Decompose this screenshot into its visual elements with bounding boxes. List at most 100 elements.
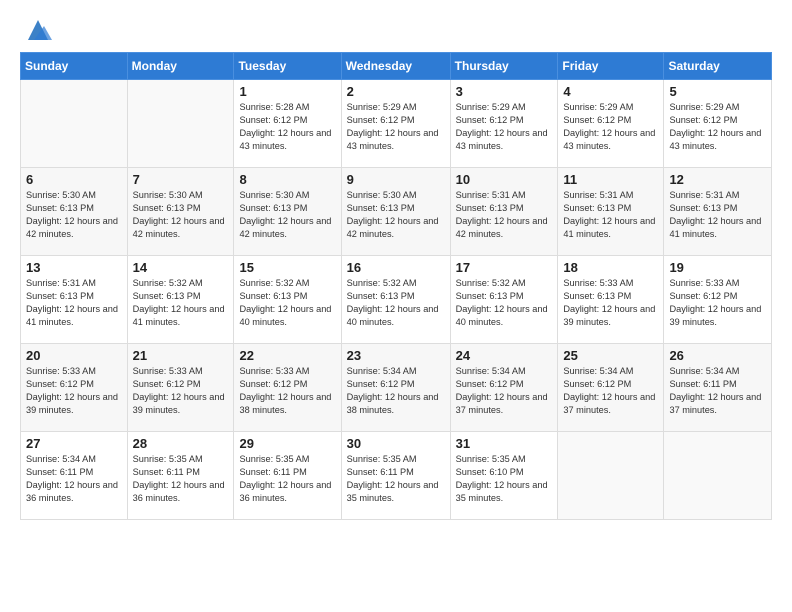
calendar-cell: 4Sunrise: 5:29 AM Sunset: 6:12 PM Daylig… <box>558 80 664 168</box>
day-number: 29 <box>239 436 335 451</box>
day-info: Sunrise: 5:28 AM Sunset: 6:12 PM Dayligh… <box>239 101 335 153</box>
calendar-cell: 22 Sunrise: 5:33 AM Sunset: 6:12 PM Dayli… <box>234 344 341 432</box>
calendar-cell: 5Sunrise: 5:29 AM Sunset: 6:12 PM Daylig… <box>664 80 772 168</box>
calendar-table: SundayMondayTuesdayWednesdayThursdayFrid… <box>20 52 772 520</box>
calendar-cell: 26Sunrise: 5:34 AM Sunset: 6:11 PM Dayli… <box>664 344 772 432</box>
day-number: 1 <box>239 84 335 99</box>
day-number: 12 <box>669 172 766 187</box>
calendar-cell: 19 Sunrise: 5:33 AM Sunset: 6:12 PM Dayli… <box>664 256 772 344</box>
day-header-monday: Monday <box>127 53 234 80</box>
calendar-cell: 21 Sunrise: 5:33 AM Sunset: 6:12 PM Dayli… <box>127 344 234 432</box>
day-info: Sunrise: 5:31 AM Sunset: 6:13 PM Dayligh… <box>563 189 658 241</box>
day-number: 28 <box>133 436 229 451</box>
day-number: 8 <box>239 172 335 187</box>
day-info: Sunrise: 5:29 AM Sunset: 6:12 PM Dayligh… <box>563 101 658 153</box>
calendar-cell: 1 Sunrise: 5:28 AM Sunset: 6:12 PM Daylig… <box>234 80 341 168</box>
calendar-cell: 30 Sunrise: 5:35 AM Sunset: 6:11 PM Dayli… <box>341 432 450 520</box>
day-number: 21 <box>133 348 229 363</box>
day-number: 3 <box>456 84 553 99</box>
day-info: Sunrise: 5:32 AM Sunset: 6:13 PM Dayligh… <box>456 277 553 329</box>
calendar-cell <box>21 80 128 168</box>
day-info: Sunrise: 5:34 AM Sunset: 6:12 PM Dayligh… <box>347 365 445 417</box>
day-info: Sunrise: 5:35 AM Sunset: 6:10 PM Dayligh… <box>456 453 553 505</box>
day-number: 19 <box>669 260 766 275</box>
calendar-cell: 9Sunrise: 5:30 AM Sunset: 6:13 PM Daylig… <box>341 168 450 256</box>
logo <box>20 20 52 44</box>
calendar-cell: 13 Sunrise: 5:31 AM Sunset: 6:13 PM Dayli… <box>21 256 128 344</box>
calendar-cell <box>558 432 664 520</box>
day-number: 16 <box>347 260 445 275</box>
day-info: Sunrise: 5:35 AM Sunset: 6:11 PM Dayligh… <box>347 453 445 505</box>
day-header-saturday: Saturday <box>664 53 772 80</box>
day-header-thursday: Thursday <box>450 53 558 80</box>
day-number: 27 <box>26 436 122 451</box>
day-info: Sunrise: 5:33 AM Sunset: 6:12 PM Dayligh… <box>239 365 335 417</box>
day-info: Sunrise: 5:33 AM Sunset: 6:12 PM Dayligh… <box>669 277 766 329</box>
day-info: Sunrise: 5:35 AM Sunset: 6:11 PM Dayligh… <box>239 453 335 505</box>
day-number: 14 <box>133 260 229 275</box>
page-header <box>20 16 772 44</box>
calendar-cell: 16 Sunrise: 5:32 AM Sunset: 6:13 PM Dayli… <box>341 256 450 344</box>
day-info: Sunrise: 5:31 AM Sunset: 6:13 PM Dayligh… <box>26 277 122 329</box>
calendar-cell <box>127 80 234 168</box>
day-info: Sunrise: 5:33 AM Sunset: 6:12 PM Dayligh… <box>133 365 229 417</box>
day-info: Sunrise: 5:31 AM Sunset: 6:13 PM Dayligh… <box>456 189 553 241</box>
day-header-tuesday: Tuesday <box>234 53 341 80</box>
calendar-cell <box>664 432 772 520</box>
calendar-cell: 10 Sunrise: 5:31 AM Sunset: 6:13 PM Dayli… <box>450 168 558 256</box>
day-info: Sunrise: 5:33 AM Sunset: 6:13 PM Dayligh… <box>563 277 658 329</box>
calendar-cell: 24 Sunrise: 5:34 AM Sunset: 6:12 PM Dayli… <box>450 344 558 432</box>
day-number: 17 <box>456 260 553 275</box>
calendar-cell: 7 Sunrise: 5:30 AM Sunset: 6:13 PM Daylig… <box>127 168 234 256</box>
day-number: 24 <box>456 348 553 363</box>
calendar-cell: 20 Sunrise: 5:33 AM Sunset: 6:12 PM Dayli… <box>21 344 128 432</box>
day-info: Sunrise: 5:34 AM Sunset: 6:11 PM Dayligh… <box>669 365 766 417</box>
day-info: Sunrise: 5:32 AM Sunset: 6:13 PM Dayligh… <box>133 277 229 329</box>
day-number: 2 <box>347 84 445 99</box>
day-number: 9 <box>347 172 445 187</box>
calendar-header-row: SundayMondayTuesdayWednesdayThursdayFrid… <box>21 53 772 80</box>
day-info: Sunrise: 5:29 AM Sunset: 6:12 PM Dayligh… <box>347 101 445 153</box>
calendar-cell: 14 Sunrise: 5:32 AM Sunset: 6:13 PM Dayli… <box>127 256 234 344</box>
calendar-cell: 11 Sunrise: 5:31 AM Sunset: 6:13 PM Dayli… <box>558 168 664 256</box>
calendar-cell: 2 Sunrise: 5:29 AM Sunset: 6:12 PM Daylig… <box>341 80 450 168</box>
day-number: 22 <box>239 348 335 363</box>
day-info: Sunrise: 5:32 AM Sunset: 6:13 PM Dayligh… <box>347 277 445 329</box>
calendar-cell: 31 Sunrise: 5:35 AM Sunset: 6:10 PM Dayli… <box>450 432 558 520</box>
calendar-cell: 15Sunrise: 5:32 AM Sunset: 6:13 PM Dayli… <box>234 256 341 344</box>
day-number: 5 <box>669 84 766 99</box>
calendar-cell: 27 Sunrise: 5:34 AM Sunset: 6:11 PM Dayli… <box>21 432 128 520</box>
day-info: Sunrise: 5:29 AM Sunset: 6:12 PM Dayligh… <box>456 101 553 153</box>
day-number: 18 <box>563 260 658 275</box>
day-number: 15 <box>239 260 335 275</box>
day-info: Sunrise: 5:35 AM Sunset: 6:11 PM Dayligh… <box>133 453 229 505</box>
day-header-friday: Friday <box>558 53 664 80</box>
day-info: Sunrise: 5:30 AM Sunset: 6:13 PM Dayligh… <box>26 189 122 241</box>
calendar-cell: 6Sunrise: 5:30 AM Sunset: 6:13 PM Daylig… <box>21 168 128 256</box>
day-info: Sunrise: 5:31 AM Sunset: 6:13 PM Dayligh… <box>669 189 766 241</box>
day-number: 20 <box>26 348 122 363</box>
week-row-3: 13 Sunrise: 5:31 AM Sunset: 6:13 PM Dayli… <box>21 256 772 344</box>
day-number: 13 <box>26 260 122 275</box>
day-header-wednesday: Wednesday <box>341 53 450 80</box>
calendar-cell: 12 Sunrise: 5:31 AM Sunset: 6:13 PM Dayli… <box>664 168 772 256</box>
calendar-cell: 18 Sunrise: 5:33 AM Sunset: 6:13 PM Dayli… <box>558 256 664 344</box>
day-number: 11 <box>563 172 658 187</box>
day-info: Sunrise: 5:34 AM Sunset: 6:11 PM Dayligh… <box>26 453 122 505</box>
calendar-cell: 8Sunrise: 5:30 AM Sunset: 6:13 PM Daylig… <box>234 168 341 256</box>
week-row-4: 20 Sunrise: 5:33 AM Sunset: 6:12 PM Dayli… <box>21 344 772 432</box>
day-info: Sunrise: 5:33 AM Sunset: 6:12 PM Dayligh… <box>26 365 122 417</box>
week-row-2: 6Sunrise: 5:30 AM Sunset: 6:13 PM Daylig… <box>21 168 772 256</box>
day-info: Sunrise: 5:34 AM Sunset: 6:12 PM Dayligh… <box>563 365 658 417</box>
week-row-1: 1 Sunrise: 5:28 AM Sunset: 6:12 PM Daylig… <box>21 80 772 168</box>
calendar-cell: 3 Sunrise: 5:29 AM Sunset: 6:12 PM Daylig… <box>450 80 558 168</box>
day-number: 7 <box>133 172 229 187</box>
day-number: 30 <box>347 436 445 451</box>
calendar-cell: 29 Sunrise: 5:35 AM Sunset: 6:11 PM Dayli… <box>234 432 341 520</box>
calendar-cell: 25Sunrise: 5:34 AM Sunset: 6:12 PM Dayli… <box>558 344 664 432</box>
day-info: Sunrise: 5:34 AM Sunset: 6:12 PM Dayligh… <box>456 365 553 417</box>
day-info: Sunrise: 5:30 AM Sunset: 6:13 PM Dayligh… <box>133 189 229 241</box>
day-number: 10 <box>456 172 553 187</box>
logo-icon <box>24 16 52 44</box>
day-number: 31 <box>456 436 553 451</box>
